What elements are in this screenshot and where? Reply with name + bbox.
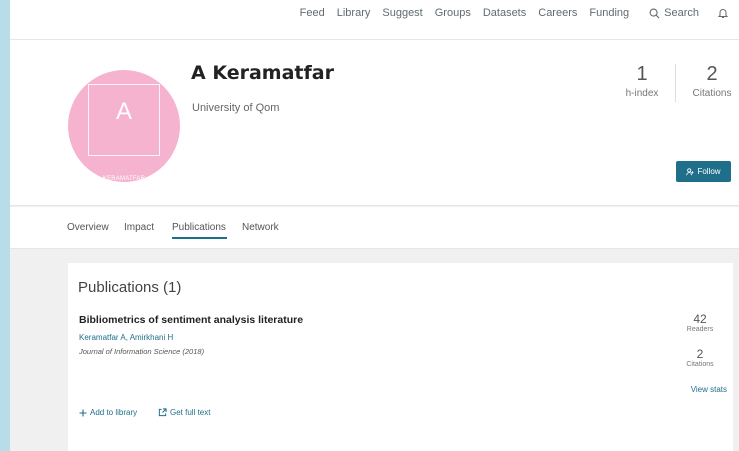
publication-citations-value: 2 [696,347,704,361]
publications-card: Publications (1) Bibliometrics of sentim… [68,263,733,451]
tab-overview[interactable]: Overview [67,222,109,233]
profile-header: A KERAMATFAR A Keramatfar University of … [10,40,739,206]
nav-feed[interactable]: Feed [300,7,325,19]
stat-divider [675,64,676,102]
nav-library[interactable]: Library [337,7,371,19]
citations-value: 2 [706,63,718,85]
author-name: A Keramatfar [191,62,334,84]
publication-citations-label: Citations [686,361,714,368]
add-to-library-label: Add to library [90,408,138,417]
app-frame: Feed Library Suggest Groups Datasets Car… [10,0,739,451]
get-full-text-button[interactable]: Get full text [158,408,210,417]
readers-value: 42 [693,312,707,326]
profile-tabs: Overview Impact Publications Network [10,207,739,249]
citations-label: Citations [692,88,732,99]
publication-authors[interactable]: Keramatfar A, Amirkhani H [79,333,173,342]
nav-suggest[interactable]: Suggest [382,7,422,19]
tab-impact[interactable]: Impact [124,222,154,233]
add-to-library-button[interactable]: Add to library [79,408,137,417]
h-index-label: h-index [625,88,659,99]
publication-journal: Journal of Information Science (2018) [79,347,205,356]
h-index-stat: 1 h-index [618,63,666,99]
active-tab-indicator [172,237,227,239]
nav-funding[interactable]: Funding [589,7,629,19]
search-icon [649,8,660,18]
publication-title[interactable]: Bibliometrics of sentiment analysis lite… [79,314,303,326]
nav-groups[interactable]: Groups [435,7,471,19]
nav-careers[interactable]: Careers [538,7,577,19]
search-button[interactable]: Search [649,7,699,19]
nav-datasets[interactable]: Datasets [483,7,526,19]
tab-publications[interactable]: Publications [172,222,226,233]
citations-stat: 2 Citations [684,63,739,99]
bell-icon[interactable] [717,7,729,19]
follow-user-icon [686,167,695,175]
publication-citations-stat: 2 Citations [677,347,723,369]
publications-heading: Publications (1) [78,279,182,296]
external-link-icon [158,408,167,417]
get-full-text-label: Get full text [170,408,211,417]
view-stats-link[interactable]: View stats [691,385,727,394]
follow-button[interactable]: Follow [676,161,731,182]
readers-label: Readers [686,326,714,333]
follow-label: Follow [697,167,721,176]
tab-network[interactable]: Network [242,222,279,233]
avatar-initial: A [115,98,132,125]
avatar: A KERAMATFAR [68,70,180,182]
plus-icon [79,409,87,416]
search-label: Search [664,7,699,19]
readers-stat: 42 Readers [677,312,723,334]
avatar-name: KERAMATFAR [102,176,146,182]
nav-links: Feed Library Suggest Groups Datasets Car… [300,7,729,19]
top-navigation-bar: Feed Library Suggest Groups Datasets Car… [10,0,739,40]
h-index-value: 1 [636,63,648,85]
author-affiliation[interactable]: University of Qom [192,102,279,114]
